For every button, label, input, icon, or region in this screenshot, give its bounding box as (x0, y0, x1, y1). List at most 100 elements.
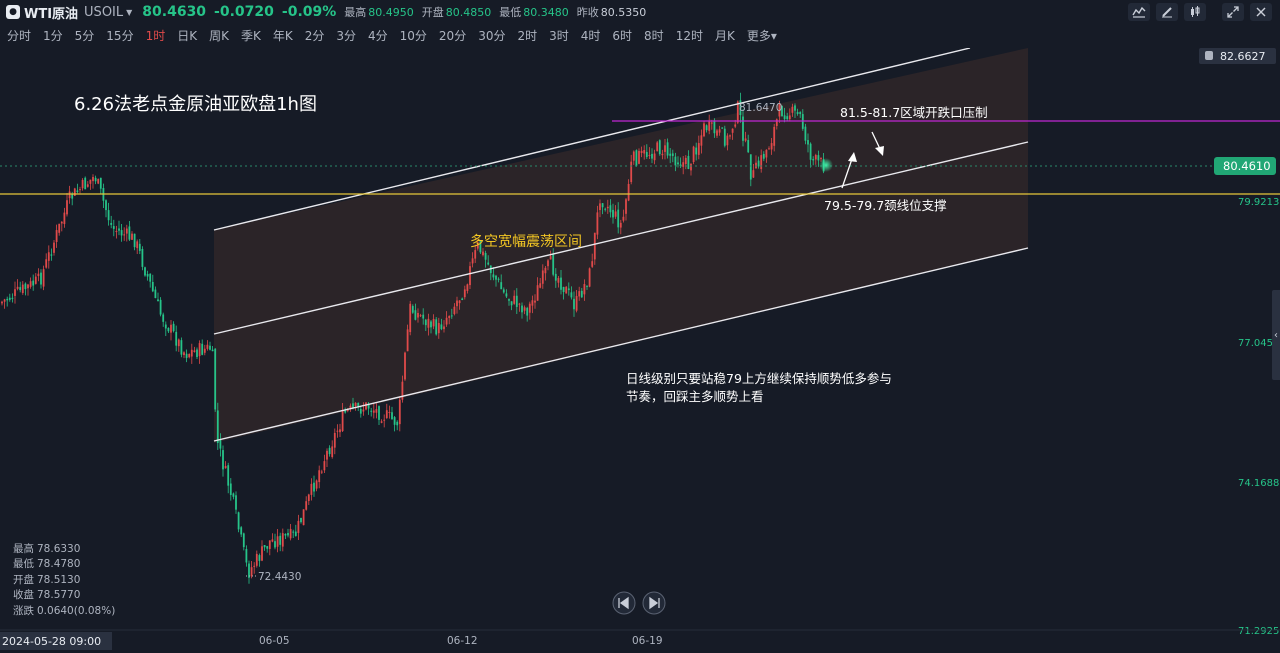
expand-icon[interactable] (1222, 3, 1244, 21)
candle-body (45, 259, 48, 268)
candle-body (638, 150, 640, 164)
candle-body (718, 129, 721, 133)
timeframe-6[interactable]: 周K (202, 27, 234, 44)
candle-body (443, 326, 445, 330)
candle-body (47, 252, 50, 261)
svg-text:开盘78.5130: 开盘 78.5130 (13, 573, 80, 586)
candle-body (630, 161, 633, 183)
timeframe-10[interactable]: 3分 (329, 27, 361, 44)
candle-body (133, 233, 136, 248)
indicator-icon[interactable] (1128, 3, 1150, 21)
candle-body (731, 128, 734, 133)
candle-body (24, 283, 27, 290)
timeframe-5[interactable]: 日K (170, 27, 202, 44)
ohlc-open: 78.5130 (37, 574, 80, 586)
timeframe-2[interactable]: 5分 (68, 27, 100, 44)
candle-body (695, 147, 698, 155)
timeframe-17[interactable]: 4时 (574, 27, 606, 44)
candle-body (58, 223, 61, 233)
candle-body (534, 300, 536, 303)
toolbar (1128, 3, 1272, 21)
timeframe-20[interactable]: 12时 (669, 27, 708, 44)
candle-body (510, 301, 513, 306)
candle-body (627, 183, 630, 201)
current-price-tag-text: 80.4610 (1223, 159, 1271, 173)
timeframe-22[interactable]: 更多▾ (740, 27, 782, 44)
candle-body (528, 303, 531, 313)
candle-body (723, 128, 726, 146)
candlestick-chart[interactable]: 6.26法老点金原油亚欧盘1h图 多空宽幅震荡区间 81.5-81.7区域开跌口… (0, 48, 1280, 653)
candle-body (726, 135, 729, 146)
candle-body (193, 350, 196, 352)
candle-body (562, 286, 565, 292)
candle-body (809, 143, 812, 160)
candle-body (541, 270, 544, 284)
candle-body (94, 177, 97, 182)
timeframe-9[interactable]: 2分 (298, 27, 330, 44)
candle-body (705, 125, 708, 131)
candle-body (305, 501, 308, 510)
timeframe-13[interactable]: 20分 (432, 27, 471, 44)
candle-body (11, 297, 14, 299)
candle-body (552, 253, 555, 275)
candle-body (609, 205, 612, 213)
candle-type-icon[interactable] (1184, 3, 1206, 21)
timeframe-12[interactable]: 10分 (393, 27, 432, 44)
timeframe-1[interactable]: 1分 (36, 27, 68, 44)
symbol-dropdown-icon[interactable]: ▼ (126, 8, 132, 17)
replay-controls (612, 591, 666, 615)
candle-body (81, 179, 84, 189)
candle-body (107, 210, 110, 221)
timeframe-15[interactable]: 2时 (510, 27, 542, 44)
draw-pen-icon[interactable] (1156, 3, 1178, 21)
candle-body (409, 303, 412, 333)
candle-body (536, 285, 539, 301)
candle-body (786, 116, 789, 120)
candle-body (92, 176, 94, 182)
candle-body (560, 277, 562, 290)
timeframe-3[interactable]: 15分 (99, 27, 138, 44)
timeframe-19[interactable]: 8时 (637, 27, 669, 44)
candle-body (651, 153, 653, 159)
candle-body (232, 493, 235, 497)
timeframe-4[interactable]: 1时 (139, 27, 171, 44)
side-collapse-handle[interactable]: ‹ (1272, 290, 1280, 380)
candle-body (235, 495, 237, 510)
candle-body (323, 461, 326, 471)
candle-body (240, 527, 243, 535)
timeframe-14[interactable]: 30分 (471, 27, 510, 44)
timeframe-16[interactable]: 3时 (542, 27, 574, 44)
timeframe-8[interactable]: 年K (266, 27, 298, 44)
candle-body (144, 267, 146, 276)
high-value: 80.4950 (368, 5, 414, 19)
candle-body (378, 406, 380, 420)
candle-body (643, 149, 646, 154)
candle-body (635, 150, 638, 166)
timeframe-0[interactable]: 分时 (0, 27, 36, 44)
candle-body (671, 153, 674, 156)
bell-icon[interactable] (1205, 51, 1213, 60)
open-label: 开盘 (421, 6, 444, 19)
candle-body (198, 343, 201, 357)
candle-body (742, 116, 744, 141)
candle-body (471, 258, 474, 264)
timeframe-21[interactable]: 月K (708, 27, 740, 44)
symbol-name[interactable]: WTI原油 (24, 3, 78, 22)
candle-body (170, 324, 172, 333)
candle-body (539, 283, 542, 288)
candle-body (66, 200, 68, 215)
candle-body (796, 112, 799, 114)
ohlc-close: 78.5770 (37, 589, 80, 601)
current-price-dot (819, 158, 833, 172)
candle-body (508, 299, 510, 301)
candle-body (89, 179, 92, 184)
candle-body (157, 299, 159, 302)
timeframe-18[interactable]: 6时 (605, 27, 637, 44)
ohlc-low: 78.4780 (37, 558, 80, 570)
candle-body (744, 138, 747, 141)
symbol-code[interactable]: USOIL (84, 5, 123, 20)
timeframe-7[interactable]: 季K (234, 27, 266, 44)
candle-body (612, 209, 614, 218)
close-icon[interactable] (1250, 3, 1272, 21)
timeframe-11[interactable]: 4分 (361, 27, 393, 44)
